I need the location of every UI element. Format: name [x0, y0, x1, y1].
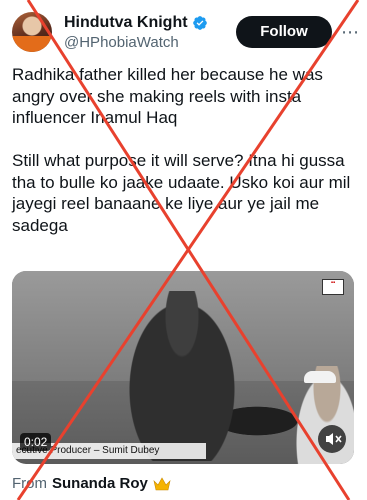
crown-icon [153, 477, 171, 491]
verified-badge-icon [192, 16, 207, 30]
video-timecode: 0:02 [20, 433, 52, 451]
author-handle[interactable]: @HPhobiaWatch [64, 34, 179, 52]
tweet-text: Radhika father killed her because he was… [12, 65, 351, 235]
more-options-icon[interactable]: ⋯ [338, 16, 362, 48]
attribution-row: From Sunanda Roy [12, 474, 171, 494]
video-player[interactable]: ▪▪ ecutive Producer – Sumit Dubey 0:02 [12, 271, 354, 464]
follow-button[interactable]: Follow [236, 16, 332, 48]
video-frame-cap [304, 371, 336, 383]
author-display-name[interactable]: Hindutva Knight [64, 14, 188, 32]
attribution-name[interactable]: Sunanda Roy [52, 474, 148, 494]
tweet-header: Hindutva Knight @HPhobiaWatch Follow ⋯ [0, 0, 367, 64]
avatar[interactable] [12, 12, 52, 52]
attribution-label: From [12, 475, 47, 492]
channel-logo-icon: ▪▪ [322, 279, 344, 295]
video-frame-rider [122, 291, 242, 461]
muted-speaker-icon[interactable] [318, 425, 346, 453]
author-name-row[interactable]: Hindutva Knight [64, 14, 208, 32]
